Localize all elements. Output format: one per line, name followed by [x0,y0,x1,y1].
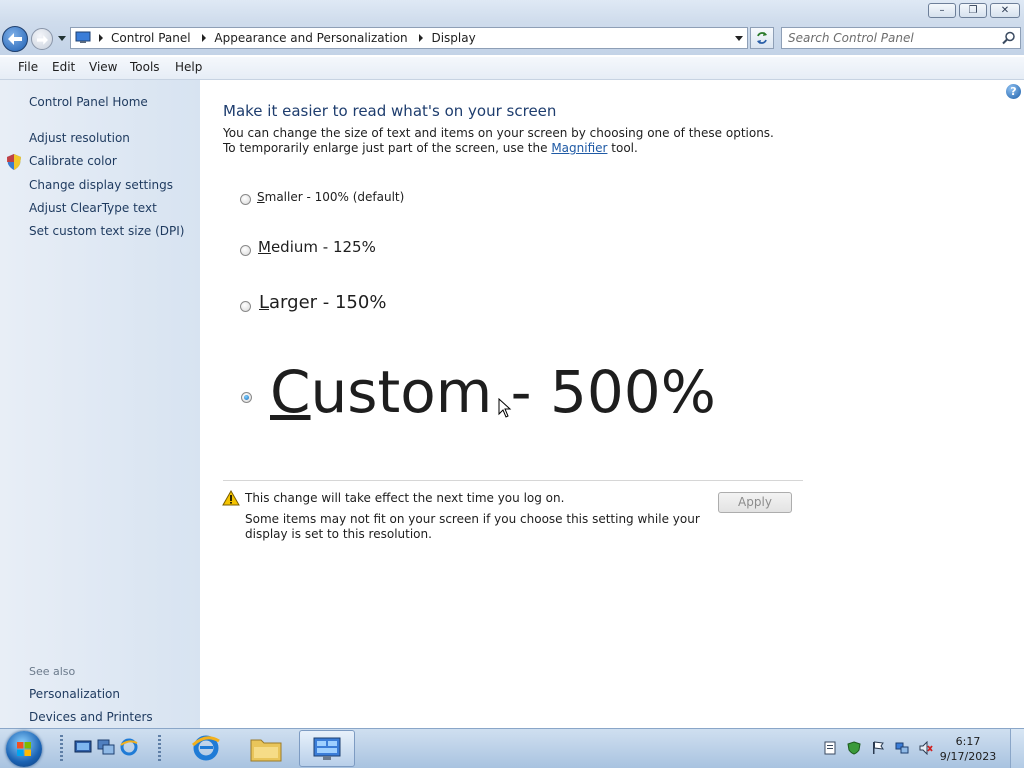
menu-file[interactable]: File [18,60,38,74]
volume-muted-icon[interactable] [919,741,933,755]
apply-button[interactable]: Apply [718,492,792,513]
option-text: edium - 125% [270,238,376,256]
menu-tools[interactable]: Tools [130,60,160,74]
menu-help[interactable]: Help [175,60,202,74]
divider [223,480,803,481]
breadcrumb-separator-icon[interactable] [99,34,103,42]
personalization-link[interactable]: Personalization [29,687,120,701]
breadcrumb-separator-icon[interactable] [202,34,207,42]
warning-title: This change will take effect the next ti… [245,491,565,505]
forward-arrow-icon [37,35,48,45]
see-also-heading: See also [29,665,76,678]
forward-button[interactable] [31,28,53,50]
breadcrumb-separator-icon[interactable] [419,34,424,42]
change-display-settings-link[interactable]: Change display settings [29,178,173,192]
help-icon[interactable]: ? [1006,84,1021,99]
main-content: ? Make it easier to read what's on your … [200,80,1024,728]
search-box [781,27,1021,49]
folder-icon [250,739,282,762]
taskbar: 6:17 9/17/2023 [0,728,1024,768]
accelerator-key: C [270,358,311,426]
breadcrumb-display[interactable]: Display [431,31,475,45]
page-title: Make it easier to read what's on your sc… [223,102,557,120]
option-text: ustom - 500% [310,358,716,426]
adjust-resolution-link[interactable]: Adjust resolution [29,131,130,145]
description-text: You can change the size of text and item… [223,126,774,155]
radio-custom[interactable] [241,392,252,403]
minimize-button[interactable]: – [928,3,956,18]
left-pane: Control Panel Home Adjust resolution Cal… [0,80,200,728]
devices-printers-link[interactable]: Devices and Printers [29,710,153,724]
option-larger-label[interactable]: Larger - 150% [259,292,386,313]
minimize-icon: – [939,5,945,16]
address-bar[interactable]: Control Panel Appearance and Personaliza… [70,27,748,49]
warning-detail: Some items may not fit on your screen if… [245,512,700,541]
title-bar: – ❐ ✕ [0,0,1024,22]
security-center-icon[interactable] [847,741,861,755]
accelerator-key: L [259,292,270,313]
ie-quicklaunch-icon[interactable] [120,738,138,756]
document-tray-icon[interactable] [823,741,837,755]
menu-view[interactable]: View [89,60,117,74]
warning-icon [222,490,240,506]
search-icon[interactable] [1002,31,1016,45]
window-controls: – ❐ ✕ [925,3,1020,18]
back-arrow-icon [8,33,22,45]
control-panel-window: – ❐ ✕ Control Panel Appearance and Perso… [0,0,1024,728]
accelerator-key: S [257,190,265,204]
menu-edit[interactable]: Edit [52,60,75,74]
system-clock[interactable]: 6:17 9/17/2023 [938,734,998,764]
refresh-button[interactable] [750,27,774,49]
set-custom-dpi-link[interactable]: Set custom text size (DPI) [29,224,184,238]
navigation-bar: Control Panel Appearance and Personaliza… [0,22,1024,55]
mouse-pointer-icon [498,398,512,418]
adjust-cleartype-link[interactable]: Adjust ClearType text [29,201,157,215]
back-button[interactable] [2,26,28,52]
network-icon[interactable] [895,741,909,755]
show-desktop-button[interactable] [1010,729,1024,768]
uac-shield-icon [7,154,21,170]
close-button[interactable]: ✕ [990,3,1020,18]
start-button[interactable] [6,731,42,767]
search-input[interactable] [788,30,988,46]
option-medium-label[interactable]: Medium - 125% [258,238,376,256]
radio-medium[interactable] [240,245,251,256]
breadcrumb-control-panel[interactable]: Control Panel [111,31,191,45]
breadcrumb: Control Panel Appearance and Personaliza… [97,28,476,48]
menu-bar: File Edit View Tools Help [0,57,1024,80]
taskbar-control-panel-button[interactable] [299,730,355,767]
show-desktop-quicklaunch-icon[interactable] [74,738,92,756]
taskbar-explorer-button[interactable] [238,730,294,767]
accelerator-key: M [258,238,271,256]
taskbar-grip[interactable] [158,735,161,761]
refresh-icon [757,32,767,44]
control-panel-home-link[interactable]: Control Panel Home [29,95,148,109]
control-panel-taskbar-icon [313,737,341,760]
page-description: You can change the size of text and item… [223,126,783,156]
option-custom-label[interactable]: Custom - 500% [270,358,716,426]
clock-date: 9/17/2023 [939,750,997,763]
close-icon: ✕ [1000,5,1010,16]
address-dropdown-icon[interactable] [735,36,743,41]
switch-windows-icon[interactable] [97,738,115,756]
internet-explorer-icon [191,735,220,761]
radio-larger[interactable] [240,301,251,312]
option-text: maller - 100% (default) [264,190,405,204]
recent-pages-dropdown-icon[interactable] [58,36,66,41]
option-text: arger - 150% [269,292,387,313]
description-text-end: tool. [607,141,638,155]
magnifier-link[interactable]: Magnifier [551,141,607,155]
windows-logo-icon [17,742,31,756]
taskbar-ie-button[interactable] [178,730,234,767]
control-panel-icon [75,31,91,43]
taskbar-grip[interactable] [60,735,63,761]
radio-smaller[interactable] [240,194,251,205]
restore-button[interactable]: ❐ [959,3,987,18]
action-center-flag-icon[interactable] [871,741,885,755]
breadcrumb-appearance[interactable]: Appearance and Personalization [214,31,407,45]
calibrate-color-link[interactable]: Calibrate color [29,154,117,168]
option-smaller-label[interactable]: Smaller - 100% (default) [257,190,404,204]
restore-icon: ❐ [968,5,978,16]
clock-time: 6:17 [955,735,981,748]
